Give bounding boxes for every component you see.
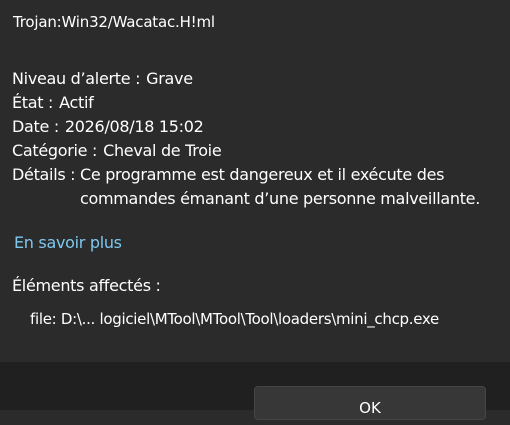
category-label: Catégorie : [12, 141, 98, 160]
affected-items-heading: Éléments affectés : [12, 276, 161, 295]
details-label: Détails : [12, 165, 76, 184]
details-row: Détails : Ce programme est dangereux et … [12, 163, 500, 211]
learn-more-link[interactable]: En savoir plus [14, 233, 122, 252]
date-label: Date : [12, 117, 59, 136]
status-label: État : [12, 93, 54, 112]
alert-level-label: Niveau d’alerte : [12, 69, 141, 88]
alert-level-row: Niveau d’alerte : Grave [12, 67, 500, 91]
threat-details-list: Niveau d’alerte : Grave État : Actif Dat… [12, 67, 500, 211]
dialog-footer: OK [0, 362, 510, 420]
threat-details-panel: Trojan:Win32/Wacatac.H!ml Niveau d’alert… [0, 0, 510, 362]
category-row: Catégorie : Cheval de Troie [12, 139, 500, 163]
details-value: Ce programme est dangereux et il exécute… [80, 165, 481, 208]
status-value: Actif [59, 93, 94, 112]
ok-button[interactable]: OK [254, 386, 486, 420]
threat-name: Trojan:Win32/Wacatac.H!ml [13, 13, 215, 31]
date-row: Date : 2026/08/18 15:02 [12, 115, 500, 139]
date-value: 2026/08/18 15:02 [64, 117, 204, 136]
affected-item: file: D:\... logiciel\MTool\MTool\Tool\l… [30, 310, 439, 328]
alert-level-value: Grave [146, 69, 193, 88]
status-row: État : Actif [12, 91, 500, 115]
category-value: Cheval de Troie [103, 141, 222, 160]
